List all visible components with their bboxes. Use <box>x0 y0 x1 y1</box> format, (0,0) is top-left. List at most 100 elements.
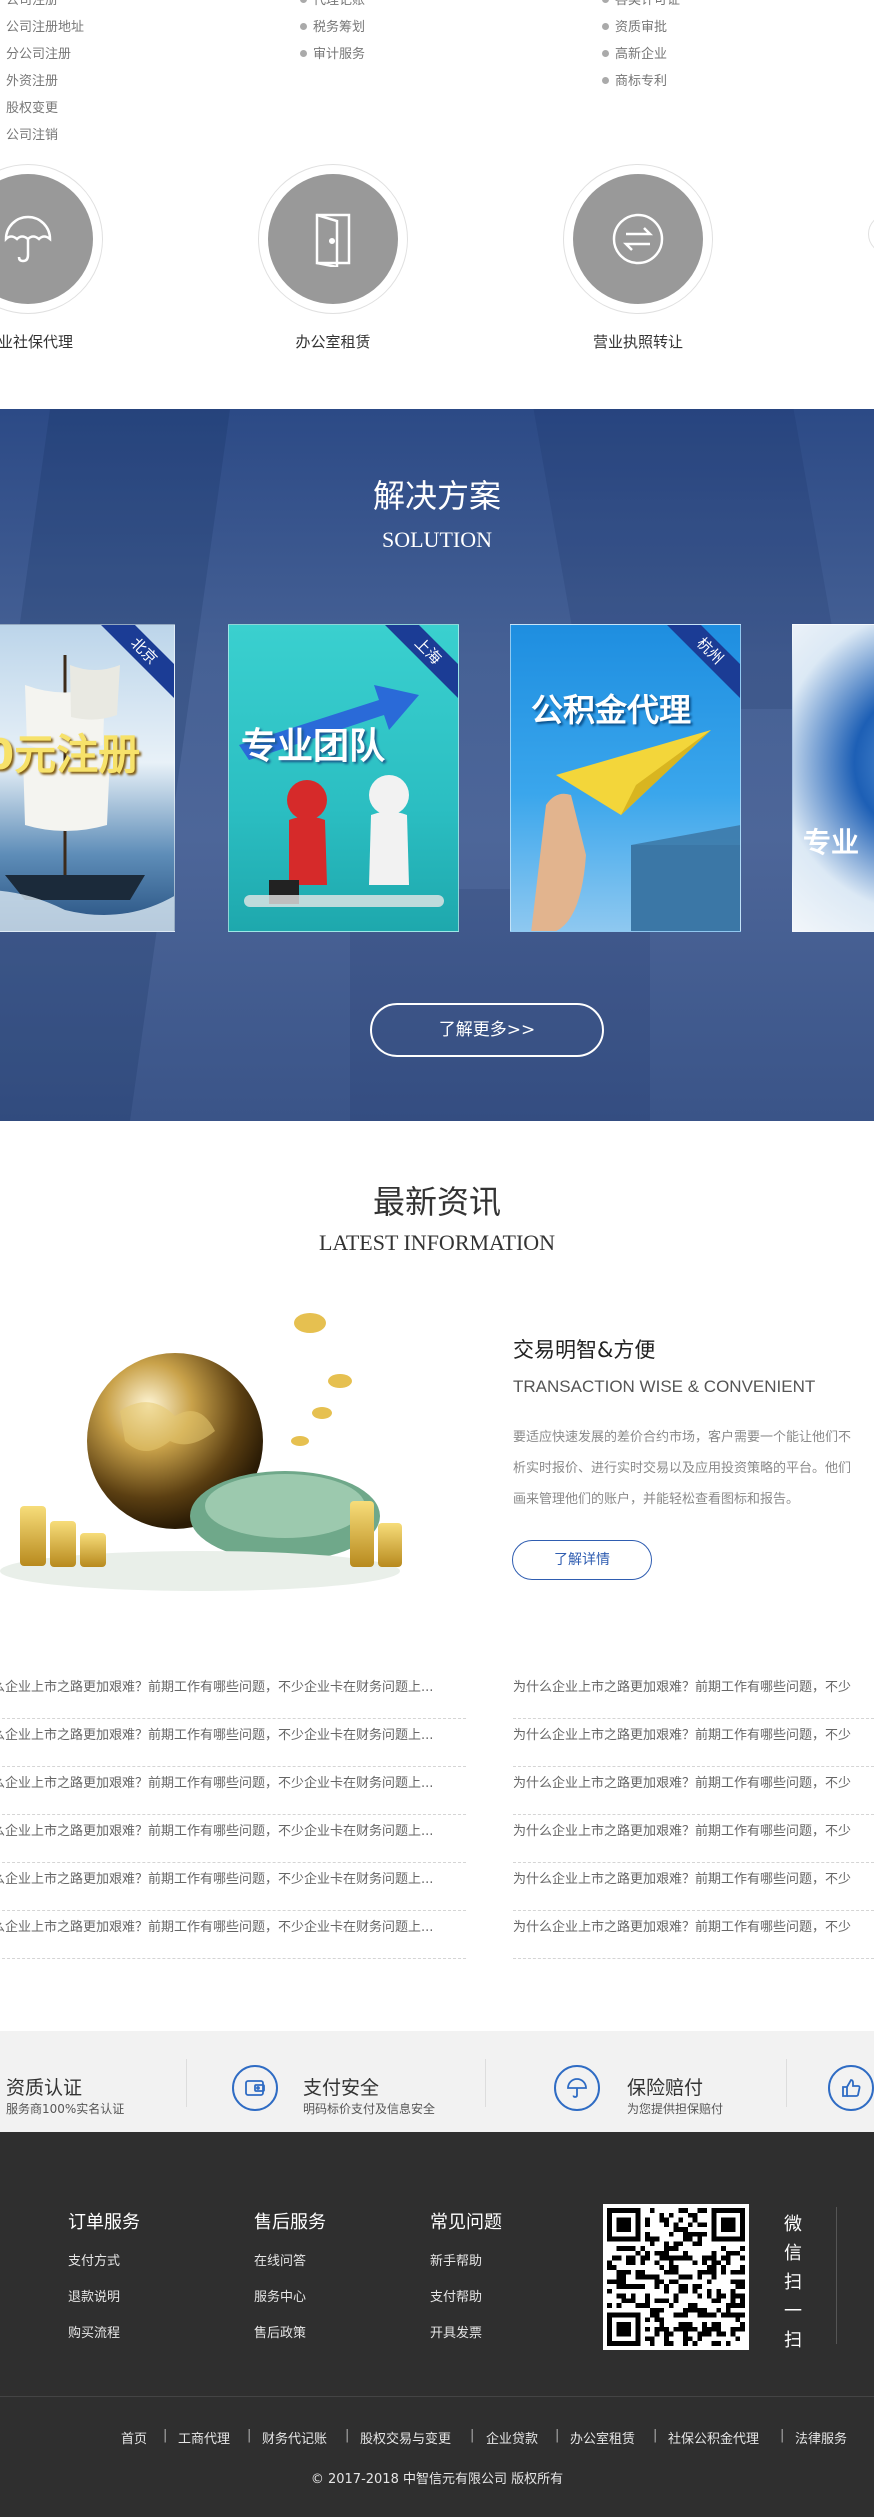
card-caption: 专业团队 <box>241 726 386 767</box>
footer-link[interactable]: 开具发票 <box>430 2327 502 2363</box>
news-link[interactable]: 为什么企业上市之路更加艰难？前期工作有哪些问题，不少 <box>513 1920 851 1935</box>
service-link[interactable]: 资质审批 <box>602 21 680 48</box>
news-title: 最新资讯 <box>372 1183 501 1221</box>
solution-card-hangzhou[interactable]: 公积金代理 杭州 <box>510 624 741 932</box>
solution-card-beijing[interactable]: 0元注册 北京 <box>0 624 175 932</box>
footer-link[interactable]: 支付帮助 <box>430 2291 502 2327</box>
footer-column-faq: 常见问题 新手帮助 支付帮助 开具发票 <box>430 2208 502 2363</box>
list-item: 么企业上市之路更加艰难？前期工作有哪些问题，不少企业卡在财务问题上... <box>0 1815 466 1863</box>
footer-link[interactable]: 支付方式 <box>68 2255 140 2291</box>
feature-subtitle: TRANSACTION WISE & CONVENIENT <box>513 1377 816 1396</box>
footer-link[interactable]: 新手帮助 <box>430 2255 502 2291</box>
list-item: 么企业上市之路更加艰难？前期工作有哪些问题，不少企业卡在财务问题上... <box>0 1863 466 1911</box>
card-caption: 专业 <box>803 826 860 859</box>
list-item: 为什么企业上市之路更加艰难？前期工作有哪些问题，不少 <box>513 1815 874 1863</box>
wechat-char: 扫 <box>784 2330 802 2351</box>
news-link[interactable]: 为什么企业上市之路更加艰难？前期工作有哪些问题，不少 <box>513 1872 851 1887</box>
service-link[interactable]: 外资注册 <box>6 75 84 102</box>
wechat-char: 一 <box>784 2301 802 2322</box>
news-link[interactable]: 么企业上市之路更加艰难？前期工作有哪些问题，不少企业卡在财务问题上... <box>0 1728 433 1743</box>
news-link[interactable]: 么企业上市之路更加艰难？前期工作有哪些问题，不少企业卡在财务问题上... <box>0 1824 433 1839</box>
list-item: 为什么企业上市之路更加艰难？前期工作有哪些问题，不少 <box>513 1863 874 1911</box>
footer-link[interactable]: 购买流程 <box>68 2327 140 2363</box>
assurance-desc: 明码标价支付及信息安全 <box>303 2102 436 2116</box>
news-link[interactable]: 么企业上市之路更加艰难？前期工作有哪些问题，不少企业卡在财务问题上... <box>0 1680 433 1695</box>
solution-card-shanghai[interactable]: 专业团队 上海 <box>228 624 459 932</box>
news-link[interactable]: 么企业上市之路更加艰难？前期工作有哪些问题，不少企业卡在财务问题上... <box>0 1872 433 1887</box>
footer-column-title: 订单服务 <box>68 2212 140 2233</box>
service-circle-office-rental[interactable]: 办公室租赁 <box>233 164 433 352</box>
footer-column-orders: 订单服务 支付方式 退款说明 购买流程 <box>68 2208 140 2363</box>
list-item: 为什么企业上市之路更加艰难？前期工作有哪些问题，不少 <box>513 1767 874 1815</box>
footer-nav-link[interactable]: 工商代理 <box>178 2428 230 2447</box>
service-link[interactable]: 公司注销 <box>6 129 84 156</box>
service-link[interactable]: 税务筹划 <box>300 21 365 48</box>
wechat-char: 信 <box>784 2243 802 2264</box>
news-link[interactable]: 么企业上市之路更加艰难？前期工作有哪些问题，不少企业卡在财务问题上... <box>0 1920 433 1935</box>
feature-description: 要适应快速发展的差价合约市场，客户需要一个能让他们不 析实时报价、进行实时交易以… <box>513 1422 874 1515</box>
list-item: 么企业上市之路更加艰难？前期工作有哪些问题，不少企业卡在财务问题上... <box>0 1911 466 1959</box>
service-link[interactable]: 公司注册地址 <box>6 21 84 48</box>
view-details-button[interactable]: 了解详情 <box>512 1540 652 1580</box>
footer-nav-link[interactable]: 办公室租赁 <box>570 2428 635 2447</box>
news-link[interactable]: 么企业上市之路更加艰难？前期工作有哪些问题，不少企业卡在财务问题上... <box>0 1776 433 1791</box>
services-section: 公司注册 公司注册地址 分公司注册 外资注册 股权变更 公司注销 代理记账 税务… <box>0 0 874 409</box>
footer-nav-link[interactable]: 财务代记账 <box>262 2428 327 2447</box>
list-item: 为什么企业上市之路更加艰难？前期工作有哪些问题，不少 <box>513 1671 874 1719</box>
footer-column-aftersales: 售后服务 在线问答 服务中心 售后政策 <box>254 2208 326 2363</box>
news-list-right: 为什么企业上市之路更加艰难？前期工作有哪些问题，不少 为什么企业上市之路更加艰难… <box>513 1671 874 1959</box>
news-link[interactable]: 为什么企业上市之路更加艰难？前期工作有哪些问题，不少 <box>513 1824 851 1839</box>
solution-title: 解决方案 <box>372 477 501 515</box>
footer-link[interactable]: 在线问答 <box>254 2255 326 2291</box>
footer-link[interactable]: 售后政策 <box>254 2327 326 2363</box>
nav-separator: | <box>653 2428 658 2443</box>
service-link[interactable]: 商标专利 <box>602 75 680 102</box>
wechat-char: 微 <box>784 2214 802 2235</box>
wallet-icon <box>232 2065 278 2111</box>
feature-desc-line: 析实时报价、进行实时交易以及应用投资策略的平台。他们 <box>513 1461 852 1476</box>
footer-link[interactable]: 服务中心 <box>254 2291 326 2327</box>
footer-link[interactable]: 退款说明 <box>68 2291 140 2327</box>
service-link[interactable]: 股权变更 <box>6 102 84 129</box>
transfer-arrows-icon <box>612 213 664 265</box>
solution-card-partial[interactable]: 专业 <box>792 624 874 932</box>
service-link[interactable]: 分公司注册 <box>6 48 84 75</box>
footer-nav-link[interactable]: 社保公积金代理 <box>668 2428 759 2447</box>
footer-nav-link[interactable]: 法律服务 <box>795 2428 847 2447</box>
wechat-scan-label: 微 信 扫 一 扫 <box>778 2210 808 2355</box>
service-circle-partial[interactable] <box>868 214 874 254</box>
service-link[interactable]: 审计服务 <box>300 48 365 75</box>
service-link[interactable]: 各类许可证 <box>602 0 680 21</box>
list-item: 为什么企业上市之路更加艰难？前期工作有哪些问题，不少 <box>513 1719 874 1767</box>
feature-desc-line: 画来管理他们的账户，并能轻松查看图标和报告。 <box>513 1492 800 1507</box>
footer-column-title: 售后服务 <box>254 2212 326 2233</box>
service-circle-label: 企业社保代理 <box>0 333 73 351</box>
news-link[interactable]: 为什么企业上市之路更加艰难？前期工作有哪些问题，不少 <box>513 1776 851 1791</box>
divider <box>836 2207 837 2344</box>
footer-nav-link[interactable]: 股权交易与变更 <box>360 2428 451 2447</box>
divider <box>0 2396 874 2397</box>
news-link[interactable]: 为什么企业上市之路更加艰难？前期工作有哪些问题，不少 <box>513 1728 851 1743</box>
service-circle-label: 营业执照转让 <box>592 333 683 351</box>
teamwork-illustration <box>239 685 444 907</box>
solution-section: 解决方案 SOLUTION 0元注册 北京 专业团队 上海 公积金代理 杭州 专… <box>0 409 874 1121</box>
news-link[interactable]: 为什么企业上市之路更加艰难？前期工作有哪些问题，不少 <box>513 1680 851 1695</box>
service-circle-social-insurance[interactable]: 企业社保代理 <box>0 164 128 352</box>
divider <box>786 2059 787 2107</box>
news-list-left: 么企业上市之路更加艰难？前期工作有哪些问题，不少企业卡在财务问题上... 么企业… <box>0 1671 466 1959</box>
wechat-qr-code <box>603 2204 749 2350</box>
service-circle-license-transfer[interactable]: 营业执照转让 <box>538 164 738 352</box>
service-link[interactable]: 代理记账 <box>300 0 365 21</box>
footer-nav-link[interactable]: 首页 <box>121 2428 147 2447</box>
footer-nav-link[interactable]: 企业贷款 <box>486 2428 538 2447</box>
service-link[interactable]: 高新企业 <box>602 48 680 75</box>
learn-more-button[interactable]: 了解更多>> <box>370 1003 604 1057</box>
wechat-char: 扫 <box>784 2272 802 2293</box>
nav-separator: | <box>780 2428 785 2443</box>
thumbs-up-icon <box>828 2065 874 2111</box>
site-footer: 订单服务 支付方式 退款说明 购买流程 售后服务 在线问答 服务中心 售后政策 … <box>0 2132 874 2517</box>
service-link[interactable]: 公司注册 <box>6 0 84 21</box>
list-item: 么企业上市之路更加艰难？前期工作有哪些问题，不少企业卡在财务问题上... <box>0 1767 466 1815</box>
nav-separator: | <box>163 2428 168 2443</box>
umbrella-icon <box>554 2065 600 2111</box>
